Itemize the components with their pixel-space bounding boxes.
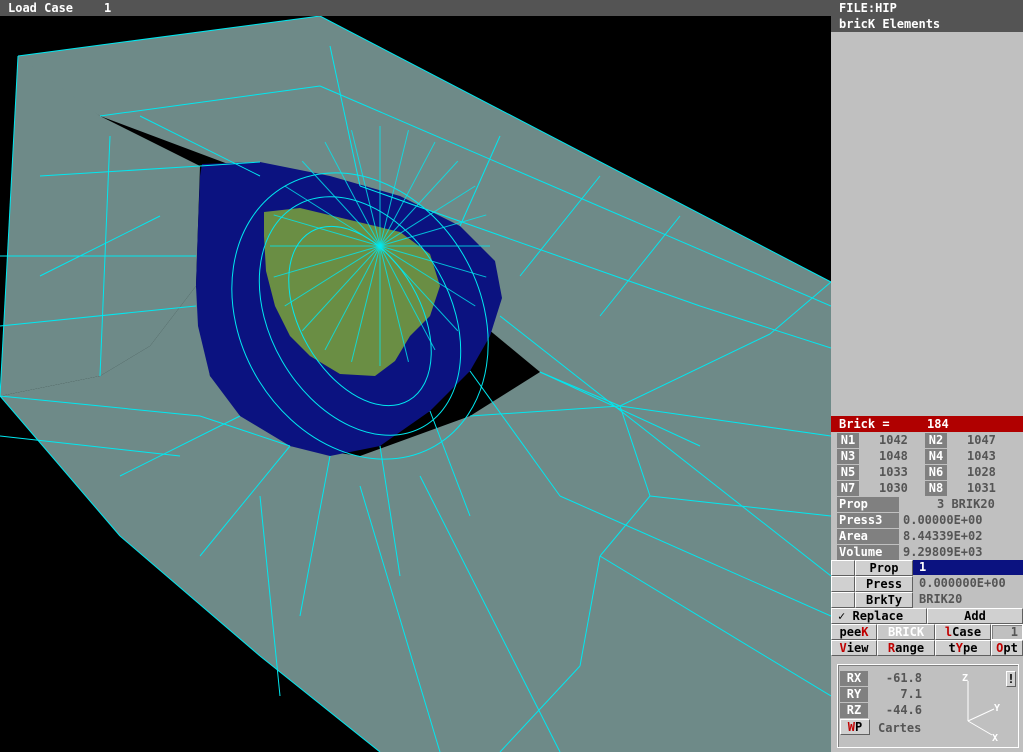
wp-button[interactable]: WP [840, 719, 870, 735]
edit-toggle-1[interactable] [831, 576, 855, 592]
add-button[interactable]: Add [927, 608, 1023, 624]
rotation-value[interactable]: -44.6 [878, 703, 922, 718]
node-label: N5 [837, 465, 859, 480]
view-menu[interactable]: View [831, 640, 877, 656]
edit-label-press[interactable]: Press [855, 576, 913, 592]
node-value: 1031 [967, 481, 996, 495]
edit-toggle-0[interactable] [831, 560, 855, 576]
element-panel: FILE:HIP bricK Elements Brick = 184 N1 10… [831, 0, 1023, 752]
model-viewport[interactable] [0, 16, 831, 752]
edit-value-prop[interactable]: 1 [913, 560, 1023, 575]
node-value: 1048 [879, 449, 908, 463]
info-value: 0.00000E+00 [903, 513, 983, 527]
brick-type-button[interactable]: BRICK [877, 624, 935, 640]
node-value: 1043 [967, 449, 996, 463]
node-value: 1028 [967, 465, 996, 479]
add-label: Add [964, 609, 986, 623]
type-menu[interactable]: tYpe [935, 640, 991, 656]
viewport-title-bar: Load Case 1 [0, 0, 831, 16]
mesh-block [0, 16, 831, 752]
node-label: N3 [837, 449, 859, 464]
file-title-bar: FILE:HIP [831, 0, 1023, 16]
rotation-label[interactable]: RZ [840, 703, 868, 718]
range-menu[interactable]: Range [877, 640, 935, 656]
axis-x-label: X [992, 733, 998, 744]
node-value: 1042 [879, 433, 908, 447]
active-brick-bar[interactable]: Brick = 184 [831, 416, 1023, 432]
node-value: 1033 [879, 465, 908, 479]
options-menu[interactable]: Opt [991, 640, 1023, 656]
node-label: N7 [837, 481, 859, 496]
brick-value: 184 [927, 417, 949, 431]
replace-add-row: ✓ Replace Add [831, 608, 1023, 624]
info-label: Prop [837, 497, 899, 512]
node-label: N8 [925, 481, 947, 496]
load-case-value: 1 [104, 1, 112, 15]
edit-toggle-2[interactable] [831, 592, 855, 608]
node-value: 1047 [967, 433, 996, 447]
file-title: FILE:HIP [839, 1, 897, 15]
edit-value-brkty[interactable]: BRIK20 [913, 592, 1023, 607]
rotation-value[interactable]: 7.1 [878, 687, 922, 702]
peek-button[interactable]: peeK [831, 624, 877, 640]
peek-row: peeK BRICK lCase 1 [831, 624, 1023, 640]
info-value: 8.44339E+02 [903, 529, 983, 543]
check-icon: ✓ [838, 609, 846, 623]
edit-label-brkty[interactable]: BrkTy [855, 592, 913, 608]
axis-y-label: Y [994, 703, 1000, 714]
lcase-value-field[interactable]: 1 [991, 624, 1023, 640]
node-label: N2 [925, 433, 947, 448]
info-icon[interactable]: ! [1006, 671, 1016, 687]
load-case-label: Load Case [8, 1, 74, 15]
element-list-area[interactable] [831, 32, 1023, 416]
replace-button[interactable]: ✓ Replace [831, 608, 927, 624]
info-label: Press3 [837, 513, 899, 528]
axis-z-label: Z [962, 673, 968, 684]
brick-label: Brick = [839, 417, 890, 431]
edit-value-press[interactable]: 0.000000E+00 [913, 576, 1023, 591]
node-label: N4 [925, 449, 947, 464]
edit-label-prop[interactable]: Prop [855, 560, 913, 576]
node-label: N6 [925, 465, 947, 480]
node-label: N1 [837, 433, 859, 448]
info-label: Area [837, 529, 899, 544]
replace-label: Replace [852, 609, 904, 623]
info-value: 9.29809E+03 [903, 545, 983, 559]
section-title: bricK Elements [839, 17, 941, 31]
coord-system: Cartes [878, 721, 922, 735]
node-value: 1030 [879, 481, 908, 495]
view-rotation-box: RX -61.8 RY 7.1 RZ -44.6 WP Cartes Z Y X ! [837, 664, 1019, 748]
rotation-label[interactable]: RX [840, 671, 868, 686]
info-value: 3 BRIK20 [937, 497, 995, 511]
section-title-bar: bricK Elements [831, 16, 1023, 32]
fe-mesh-drawing[interactable] [0, 16, 831, 752]
rotation-value[interactable]: -61.8 [878, 671, 922, 686]
lcase-button[interactable]: lCase [935, 624, 991, 640]
menu-row: View Range tYpe Opt [831, 640, 1023, 656]
rotation-label[interactable]: RY [840, 687, 868, 702]
info-label: Volume [837, 545, 899, 560]
